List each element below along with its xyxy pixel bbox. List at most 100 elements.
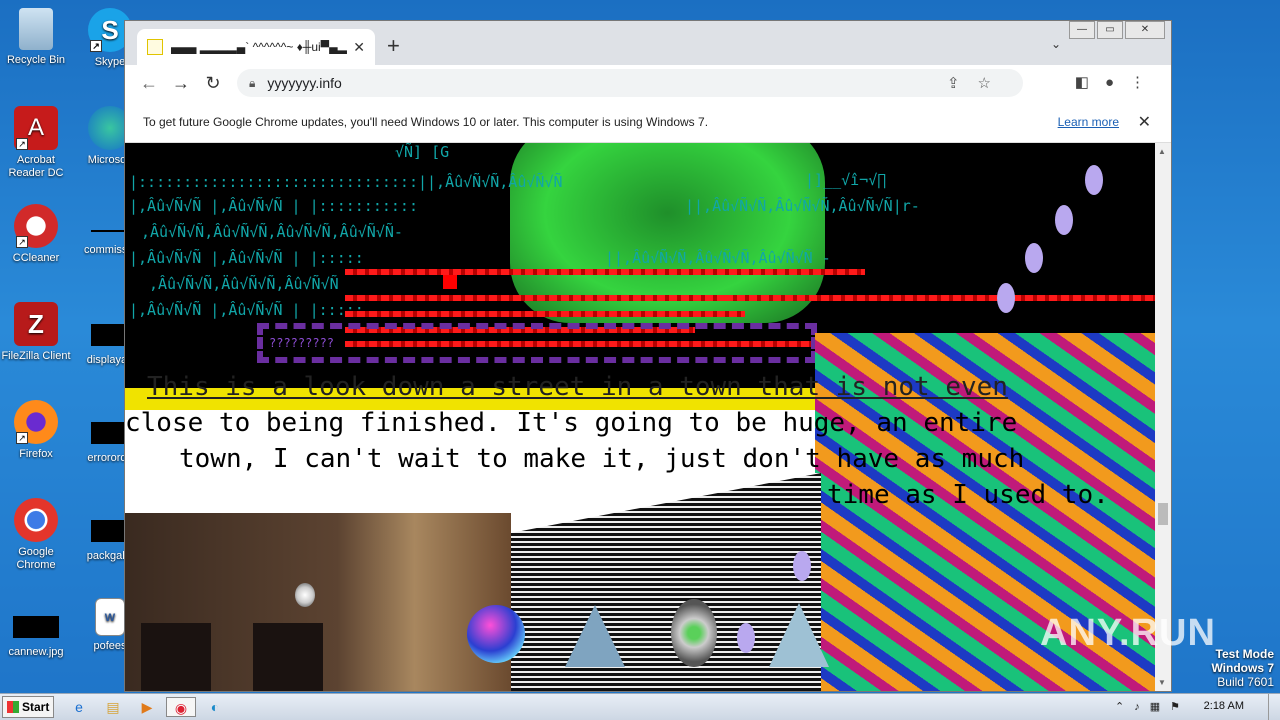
- glitch-text: ||,Âû√Ñ√Ñ,Âû√Ñ√Ñ,Âû√Ñ√Ñ|r-: [685, 197, 920, 215]
- room-door: [141, 623, 211, 691]
- media-player-taskbar-icon[interactable]: ▶: [136, 697, 158, 717]
- flag-icon[interactable]: ⚑: [1170, 701, 1190, 713]
- glitch-text: |]__√î¬√∏: [805, 171, 887, 189]
- lilac-dot: [997, 283, 1015, 313]
- story-line-3: town, I can't wait to make it, just don'…: [179, 444, 1025, 474]
- taskbar-clock[interactable]: 2:18 AM: [1204, 700, 1244, 712]
- red-glitch-line: [345, 295, 725, 301]
- glitch-text: |:::::::::::::::::::::::::::::::||,Âû√Ñ√…: [129, 173, 563, 191]
- explorer-taskbar-icon[interactable]: ▤: [102, 697, 124, 717]
- url-text: yyyyyyy.info: [267, 75, 342, 91]
- restore-button[interactable]: ▭: [1097, 21, 1123, 39]
- start-button[interactable]: Start: [2, 696, 54, 718]
- glitch-text: |,Âû√Ñ√Ñ |,Âû√Ñ√Ñ | |:::::::::::: [129, 197, 418, 215]
- reload-button[interactable]: ↻: [197, 73, 229, 94]
- tab-search-button[interactable]: ⌄: [1051, 37, 1061, 51]
- window-controls: — ▭ ✕: [1067, 21, 1165, 39]
- share-icon[interactable]: ⇪: [947, 75, 978, 92]
- light-bulb: [295, 583, 315, 607]
- filezilla-icon: Z: [14, 302, 58, 346]
- story-line-4: time as I used to.: [827, 480, 1109, 510]
- orb-sphere: [467, 605, 525, 663]
- purple-box-text: ?????????: [269, 336, 335, 350]
- browser-tab[interactable]: ▄▄▄ ▂▂▂▂▄` ^^^^^^~ ♦╫ui▀▄▂ ✕: [137, 29, 375, 65]
- show-desktop-button[interactable]: [1268, 694, 1280, 720]
- story-line-2: close to being finished. It's going to b…: [125, 408, 1018, 438]
- scroll-thumb[interactable]: [1158, 503, 1168, 525]
- menu-kebab-icon[interactable]: ⋮: [1130, 74, 1161, 91]
- edge-taskbar-icon[interactable]: ◐: [204, 697, 226, 717]
- desktop-icon-label: CCleaner: [12, 252, 60, 264]
- scroll-down-arrow[interactable]: ▼: [1158, 678, 1166, 687]
- test-mode-line: Build 7601: [1217, 675, 1274, 689]
- start-label: Start: [22, 700, 50, 714]
- desktop-icon-label: Google Chrome: [16, 546, 56, 571]
- chrome-icon: [14, 498, 58, 542]
- red-glitch-line: [345, 269, 865, 275]
- desktop-icon-firefox[interactable]: ↗ Firefox: [0, 400, 72, 461]
- lilac-dot: [737, 623, 755, 653]
- taskbar: Start e ▤ ▶ ◉ ◐ ⌃♪▦⚑ 2:18 AM: [0, 693, 1280, 720]
- lilac-dot: [1025, 243, 1043, 273]
- new-tab-button[interactable]: +: [387, 33, 400, 59]
- lilac-dot: [793, 551, 811, 581]
- pyramid-shape: [769, 603, 829, 667]
- test-mode-line: Windows 7: [1211, 661, 1274, 675]
- glitch-text: ||,Âû√Ñ√Ñ,Âû√Ñ√Ñ,Âû√Ñ√Ñ -: [605, 249, 831, 267]
- acrobat-icon: A ↗: [14, 106, 58, 150]
- browser-toolbar: ← → ↻ 🔒︎ yyyyyyy.info ⇪☆ ◧●⋮: [125, 65, 1171, 101]
- learn-more-link[interactable]: Learn more: [1058, 115, 1119, 129]
- close-window-button[interactable]: ✕: [1125, 21, 1165, 39]
- firefox-icon: ↗: [14, 400, 58, 444]
- desktop-icon-recycle-bin[interactable]: Recycle Bin: [0, 8, 72, 67]
- browser-window: ▄▄▄ ▂▂▂▂▄` ^^^^^^~ ♦╫ui▀▄▂ ✕ + ⌄ — ▭ ✕ ←…: [124, 20, 1172, 692]
- desktop-icon-chrome[interactable]: Google Chrome: [0, 498, 72, 572]
- side-panel-icon[interactable]: ◧: [1075, 74, 1105, 91]
- desktop-icon-label: Recycle Bin: [6, 54, 66, 66]
- glitch-text: √Ñ] [G: [395, 143, 450, 161]
- desktop-icon-label: cannew.jpg: [8, 646, 64, 658]
- desktop-icon-acrobat[interactable]: A ↗ Acrobat Reader DC: [0, 106, 72, 180]
- bookmark-star-icon[interactable]: ☆: [978, 75, 1009, 92]
- red-square: [443, 275, 457, 289]
- tab-strip: ▄▄▄ ▂▂▂▂▄` ^^^^^^~ ♦╫ui▀▄▂ ✕ + ⌄ — ▭ ✕: [125, 21, 1171, 65]
- page-scrollbar[interactable]: ▲ ▼: [1155, 143, 1171, 691]
- pyramid-shape: [565, 605, 625, 667]
- image-icon: [13, 616, 59, 638]
- infobar-message: To get future Google Chrome updates, you…: [143, 114, 709, 129]
- chrome-taskbar-icon[interactable]: ◉: [166, 697, 196, 717]
- volume-icon[interactable]: ♪: [1134, 701, 1150, 713]
- test-mode-line: Test Mode: [1215, 647, 1274, 661]
- ccleaner-icon: ↗: [14, 204, 58, 248]
- forward-button[interactable]: →: [165, 73, 197, 94]
- red-glitch-line: [725, 295, 1155, 301]
- glitch-text: |,Âû√Ñ√Ñ |,Âû√Ñ√Ñ | |:::::: [129, 301, 364, 319]
- lilac-dot: [1055, 205, 1073, 235]
- desktop-icon-label: Acrobat Reader DC: [8, 154, 64, 179]
- system-tray: ⌃♪▦⚑: [1115, 700, 1190, 713]
- desktop-icon-ccleaner[interactable]: ↗ CCleaner: [0, 204, 72, 265]
- word-doc-icon: W: [95, 598, 125, 636]
- back-button[interactable]: ←: [133, 73, 165, 94]
- tab-close-button[interactable]: ✕: [353, 39, 365, 56]
- story-line-1: This is a look down a street in a town t…: [147, 372, 1008, 402]
- tab-title: ▄▄▄ ▂▂▂▂▄` ^^^^^^~ ♦╫ui▀▄▂: [171, 40, 347, 54]
- favicon-icon: [147, 39, 163, 55]
- desktop-icon-cannew[interactable]: cannew.jpg: [0, 606, 72, 659]
- tray-arrow-icon[interactable]: ⌃: [1115, 701, 1134, 713]
- desktop-icon-label: pofees: [93, 640, 127, 652]
- scroll-up-arrow[interactable]: ▲: [1158, 147, 1166, 156]
- purple-dashed-box: ?????????: [257, 323, 817, 363]
- desktop-icon-filezilla[interactable]: Z FileZilla Client: [0, 302, 72, 363]
- profile-avatar-icon[interactable]: ●: [1105, 74, 1130, 91]
- infobar-close-button[interactable]: ✕: [1138, 112, 1151, 132]
- address-bar[interactable]: 🔒︎ yyyyyyy.info ⇪☆: [237, 69, 1023, 97]
- room-render-image: [125, 513, 511, 691]
- network-icon[interactable]: ▦: [1150, 701, 1170, 713]
- desktop-icon-label: Firefox: [19, 448, 53, 460]
- ie-taskbar-icon[interactable]: e: [68, 697, 90, 717]
- minimize-button[interactable]: —: [1069, 21, 1095, 39]
- anyrun-watermark: ANY.RUN: [1040, 612, 1216, 654]
- page-content: √Ñ] [G |:::::::::::::::::::::::::::::::|…: [125, 143, 1155, 691]
- test-mode-notice: Test Mode Windows 7 Build 7601: [1211, 647, 1274, 689]
